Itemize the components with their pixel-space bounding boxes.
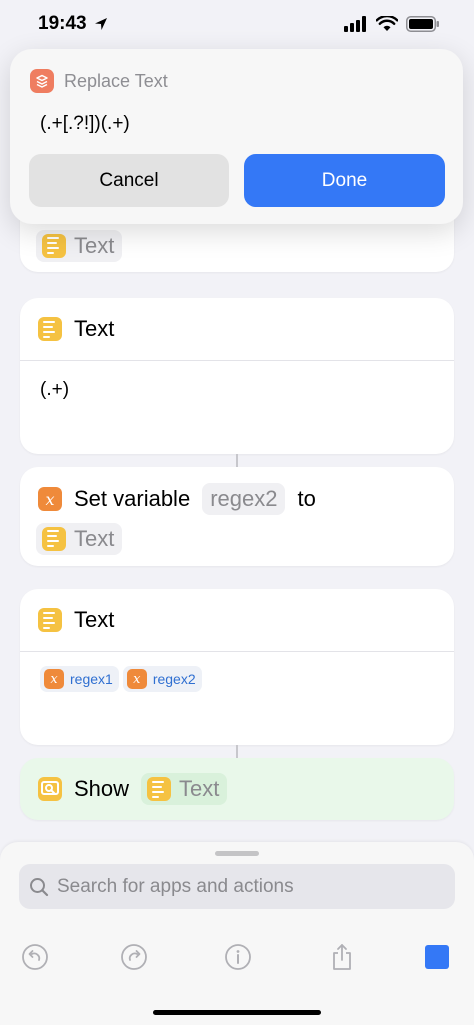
status-time: 19:43	[38, 13, 87, 34]
search-icon	[30, 877, 49, 896]
search-input[interactable]: Search for apps and actions	[19, 864, 455, 909]
share-button[interactable]	[327, 942, 357, 972]
wifi-icon	[376, 16, 398, 31]
token-label: Text	[74, 232, 115, 258]
status-time-group: 19:43	[38, 13, 109, 35]
done-button[interactable]: Done	[244, 154, 445, 207]
undo-icon	[22, 944, 48, 970]
set-variable-card[interactable]: x Set variable regex2 to Text	[20, 467, 454, 566]
info-icon	[225, 944, 251, 970]
text-content: (.+)	[40, 379, 70, 400]
show-result-icon	[38, 777, 62, 801]
card-title: Text	[74, 607, 115, 632]
token-label: Text	[179, 776, 220, 801]
card-title: Set variable	[74, 486, 191, 511]
text-icon	[147, 777, 172, 801]
text-content-field[interactable]: x regex1 x regex2	[20, 652, 454, 745]
share-icon	[333, 944, 351, 970]
status-icons	[344, 16, 440, 32]
sheet-grabber[interactable]	[215, 851, 259, 856]
stop-icon	[425, 945, 449, 969]
cancel-button[interactable]: Cancel	[29, 154, 229, 207]
action-search-sheet: Search for apps and actions	[0, 842, 474, 1025]
home-indicator	[153, 1010, 321, 1015]
battery-icon	[406, 16, 439, 32]
text-variable-token[interactable]: Text	[36, 522, 123, 555]
status-bar: 19:43	[0, 0, 474, 48]
text-action-card-2[interactable]: Text x regex1 x regex2	[20, 589, 454, 745]
info-button[interactable]	[223, 942, 253, 972]
search-placeholder: Search for apps and actions	[57, 875, 294, 897]
cellular-signal-icon	[344, 16, 366, 32]
regex2-token[interactable]: x regex2	[122, 666, 202, 692]
to-label: to	[297, 486, 316, 511]
text-variable-token[interactable]: Text	[141, 773, 228, 805]
text-content-field[interactable]: (.+)	[20, 361, 454, 454]
connector-line	[236, 745, 238, 758]
text-icon	[42, 233, 66, 258]
text-icon	[42, 526, 66, 551]
card-header: Text	[20, 298, 454, 360]
card-header: Text	[20, 589, 454, 651]
undo-button[interactable]	[20, 942, 50, 972]
text-variable-token[interactable]: Text	[36, 229, 123, 262]
popup-title-label: Replace Text	[64, 70, 168, 91]
popup-title: Replace Text	[30, 69, 168, 93]
replace-text-icon	[30, 69, 54, 93]
token-label: regex2	[152, 671, 196, 687]
replace-text-popup: Replace Text (.+[.?!])(.+) Cancel Done	[10, 49, 463, 224]
card-title: Text	[74, 316, 115, 341]
text-action-card[interactable]: Text (.+)	[20, 298, 454, 454]
connector-line	[236, 454, 238, 467]
location-arrow-icon	[94, 18, 107, 30]
redo-icon	[121, 944, 147, 970]
token-label: regex1	[70, 671, 113, 687]
variable-name: regex2	[210, 486, 278, 511]
card-title: Show	[74, 776, 130, 801]
variable-name-token[interactable]: regex2	[202, 483, 286, 515]
token-label: Text	[74, 525, 115, 551]
show-action-card[interactable]: Show Text	[20, 758, 454, 820]
variable-icon: x	[126, 669, 147, 689]
text-icon	[38, 317, 62, 341]
stop-button[interactable]	[422, 942, 452, 972]
variable-icon: x	[38, 487, 62, 511]
redo-button[interactable]	[119, 942, 149, 972]
text-icon	[38, 608, 62, 632]
regex1-token[interactable]: x regex1	[40, 666, 119, 692]
variable-icon: x	[44, 669, 64, 689]
replace-text-value[interactable]: (.+[.?!])(.+)	[40, 113, 130, 135]
